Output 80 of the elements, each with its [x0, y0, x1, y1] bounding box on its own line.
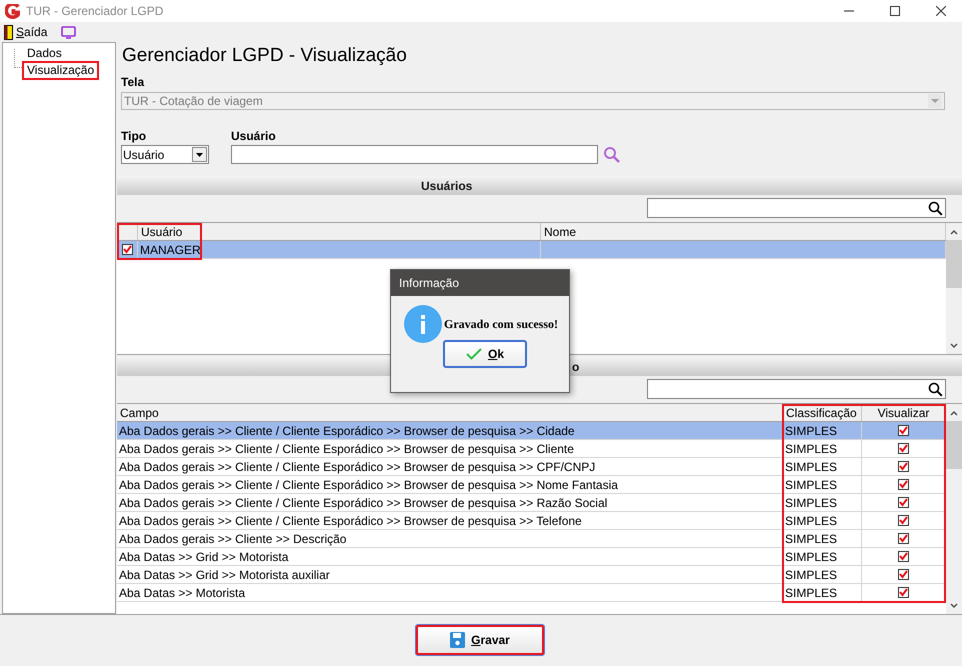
scrollbar[interactable]	[946, 223, 962, 354]
table-cell-text: Aba Datas >> Motorista	[119, 584, 246, 602]
save-button[interactable]: Gravar	[416, 625, 544, 655]
table-cell-text: SIMPLES	[785, 476, 838, 494]
checkbox[interactable]	[898, 533, 909, 544]
table-row[interactable]: Aba Dados gerais >> Cliente / Cliente Esporádico >> Browser de pesquisa >> Nome Fantasia SIMPLES	[117, 476, 946, 494]
checkbox[interactable]	[898, 443, 909, 454]
app-logo-icon	[5, 4, 20, 18]
tree-item[interactable]: Visualização	[22, 61, 100, 80]
table-row[interactable]: Aba Dados gerais >> Cliente >> Descrição SIMPLES	[117, 530, 946, 548]
scroll-thumb[interactable]	[946, 421, 962, 469]
window-title: TUR - Gerenciador LGPD	[26, 3, 164, 20]
table-row[interactable]: Aba Dados gerais >> Cliente / Cliente Esporádico >> Browser de pesquisa >> Razão Social SIMPLES	[117, 494, 946, 512]
table-cell-text: Aba Datas >> Grid >> Motorista	[119, 548, 288, 566]
table-cell-text: SIMPLES	[785, 530, 838, 548]
table-cell-text: Aba Dados gerais >> Cliente / Cliente Esporádico >> Browser de pesquisa >> Cidade	[119, 422, 575, 440]
exit-menu-item[interactable]: Saída	[4, 23, 48, 41]
checkbox[interactable]	[898, 497, 909, 508]
info-icon	[404, 305, 442, 343]
table-cell-text: Aba Dados gerais >> Cliente / Cliente Esporádico >> Browser de pesquisa >> Razão Social	[119, 494, 608, 512]
table-cell-text: SIMPLES	[785, 440, 838, 458]
checkbox[interactable]	[898, 551, 909, 562]
scroll-thumb[interactable]	[946, 240, 962, 288]
checkbox[interactable]	[898, 479, 909, 490]
section-title: Usuários	[421, 178, 472, 194]
table-row[interactable]: Aba Datas >> Grid >> Motorista SIMPLES	[117, 548, 946, 566]
checkbox[interactable]	[898, 425, 909, 436]
scroll-up-icon[interactable]	[949, 408, 959, 418]
table-cell-text: Aba Dados gerais >> Cliente / Cliente Esporádico >> Browser de pesquisa >> CPF/CNPJ	[119, 458, 596, 476]
field-label: Tela	[121, 75, 146, 89]
tree-item[interactable]: Dados	[22, 44, 67, 63]
table-cell-text: SIMPLES	[785, 512, 838, 530]
checkbox[interactable]	[898, 569, 909, 580]
user-input-field[interactable]	[231, 145, 598, 164]
table-row[interactable]: MANAGER	[117, 241, 946, 259]
table-cell-text: Aba Dados gerais >> Cliente >> Descrição	[119, 530, 346, 548]
ok-button[interactable]: Ok	[443, 340, 527, 368]
checkmark-icon	[466, 348, 482, 360]
table-cell-text: Aba Datas >> Grid >> Motorista auxiliar	[119, 566, 330, 584]
table-cell-text: Aba Dados gerais >> Cliente / Cliente Esporádico >> Browser de pesquisa >> Telefone	[119, 512, 582, 530]
checkbox[interactable]	[898, 515, 909, 526]
type-dropdown[interactable]: Usuário	[121, 145, 209, 164]
column-header: Usuário	[138, 223, 541, 240]
maximize-icon[interactable]	[890, 6, 900, 16]
table-cell-text: SIMPLES	[785, 548, 838, 566]
table-row[interactable]: Aba Dados gerais >> Cliente / Cliente Esporádico >> Browser de pesquisa >> CPF/CNPJ SIMPLES	[117, 458, 946, 476]
field-label: Usuário	[231, 129, 277, 145]
checkbox[interactable]	[898, 461, 909, 472]
door-icon	[4, 24, 13, 40]
table-row[interactable]: Aba Dados gerais >> Cliente / Cliente Esporádico >> Browser de pesquisa >> Telefone SIMPLES	[117, 512, 946, 530]
table-cell-text: SIMPLES	[785, 422, 838, 440]
dialog-title: Informação	[399, 275, 460, 292]
field-label: Tipo	[121, 129, 148, 145]
search-field[interactable]	[647, 198, 946, 218]
table-row[interactable]: Aba Datas >> Grid >> Motorista auxiliar SIMPLES	[117, 566, 946, 584]
scroll-down-icon[interactable]	[949, 341, 959, 351]
scroll-down-icon[interactable]	[949, 601, 959, 611]
checkbox[interactable]	[898, 587, 909, 598]
column-header: Classificação	[783, 404, 862, 421]
column-header: Campo	[117, 404, 783, 421]
monitor-icon[interactable]	[61, 26, 76, 38]
table-cell-text: SIMPLES	[785, 566, 838, 584]
search-field[interactable]	[647, 379, 946, 399]
scrollbar[interactable]	[946, 404, 962, 614]
table-cell-text: SIMPLES	[785, 458, 838, 476]
page-heading: Gerenciador LGPD - Visualização	[122, 44, 408, 68]
table-cell-text: MANAGER	[140, 242, 201, 258]
close-icon[interactable]	[936, 6, 946, 16]
checkbox[interactable]	[122, 244, 132, 255]
table-row[interactable]: Aba Dados gerais >> Cliente / Cliente Esporádico >> Browser de pesquisa >> Cliente SIMPLES	[117, 440, 946, 458]
search-icon[interactable]	[928, 382, 943, 396]
table-cell-text: Aba Dados gerais >> Cliente / Cliente Esporádico >> Browser de pesquisa >> Cliente	[119, 440, 574, 458]
table-row[interactable]: Aba Dados gerais >> Cliente / Cliente Esporádico >> Browser de pesquisa >> Cidade SIMPLES	[117, 422, 946, 440]
scroll-up-icon[interactable]	[949, 227, 959, 237]
table-cell-text: Aba Dados gerais >> Cliente / Cliente Esporádico >> Browser de pesquisa >> Nome Fantasia	[119, 476, 618, 494]
table-cell-text: SIMPLES	[785, 584, 838, 602]
search-icon[interactable]	[928, 200, 943, 216]
dialog-message: Gravado com sucesso!	[444, 316, 558, 333]
table-cell-text: SIMPLES	[785, 494, 838, 512]
section-title: o	[572, 358, 580, 376]
